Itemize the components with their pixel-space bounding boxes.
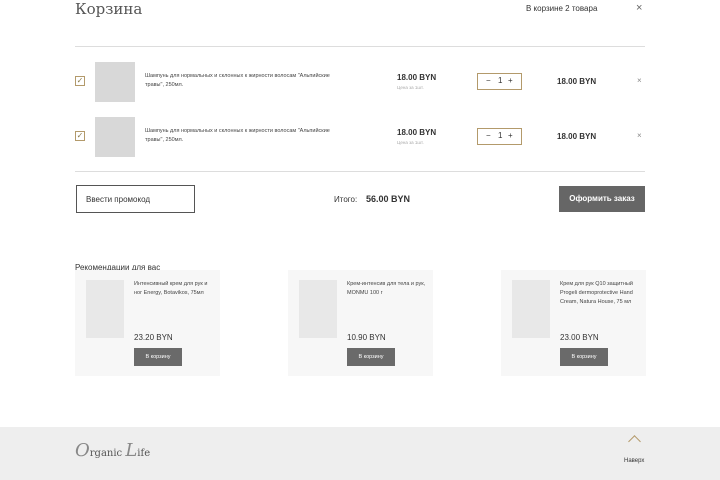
item-total: 18.00 BYN	[557, 132, 597, 141]
product-name[interactable]: Шампунь для нормальных и склонных к жирн…	[145, 72, 330, 90]
product-name[interactable]: Крем-интенсив для тела и рук, MONMU 100 …	[347, 280, 427, 298]
add-to-cart-button[interactable]: В корзину	[560, 348, 608, 366]
item-total: 18.00 BYN	[557, 77, 597, 86]
logo[interactable]: Organic Life	[75, 440, 150, 461]
promo-code-input[interactable]: Ввести промокод	[76, 185, 195, 213]
plus-icon[interactable]: +	[508, 76, 513, 85]
item-checkbox[interactable]: ✓	[75, 131, 85, 141]
minus-icon[interactable]: −	[486, 76, 491, 85]
product-name[interactable]: Крем для рук Q10 защитный Progeli dermop…	[560, 280, 640, 307]
checkout-button[interactable]: Оформить заказ	[559, 186, 645, 212]
add-to-cart-button[interactable]: В корзину	[347, 348, 395, 366]
unit-price-note: Цена за 1шт.	[397, 140, 424, 145]
divider	[75, 46, 645, 47]
product-image	[95, 62, 135, 102]
chevron-up-icon[interactable]	[628, 435, 641, 448]
cart-item: ✓ Шампунь для нормальных и склонных к жи…	[75, 117, 650, 157]
cart-item: ✓ Шампунь для нормальных и склонных к жи…	[75, 62, 650, 102]
product-price: 23.00 BYN	[560, 333, 599, 342]
unit-price-note: Цена за 1шт.	[397, 85, 424, 90]
total-value: 56.00 BYN	[366, 194, 411, 204]
total-label: Итого:	[334, 195, 358, 204]
product-price: 23.20 BYN	[134, 333, 173, 342]
cart-count: В корзине 2 товара	[526, 4, 598, 13]
recommendation-card: Интенсивный крем для рук и ног Energy, B…	[75, 270, 220, 376]
quantity-stepper: − 1 +	[477, 128, 522, 145]
product-image	[299, 280, 337, 338]
close-icon[interactable]: ×	[636, 2, 642, 14]
quantity-value: 1	[498, 131, 503, 140]
quantity-value: 1	[498, 76, 503, 85]
item-checkbox[interactable]: ✓	[75, 76, 85, 86]
plus-icon[interactable]: +	[508, 131, 513, 140]
product-image	[95, 117, 135, 157]
back-to-top-link[interactable]: Наверх	[624, 458, 644, 464]
recommendation-card: Крем для рук Q10 защитный Progeli dermop…	[501, 270, 646, 376]
product-name[interactable]: Шампунь для нормальных и склонных к жирн…	[145, 127, 330, 145]
remove-icon[interactable]: ×	[637, 76, 642, 85]
minus-icon[interactable]: −	[486, 131, 491, 140]
product-image	[512, 280, 550, 338]
product-name[interactable]: Интенсивный крем для рук и ног Energy, B…	[134, 280, 214, 298]
recommendation-card: Крем-интенсив для тела и рук, MONMU 100 …	[288, 270, 433, 376]
remove-icon[interactable]: ×	[637, 131, 642, 140]
quantity-stepper: − 1 +	[477, 73, 522, 90]
unit-price: 18.00 BYN	[397, 73, 437, 82]
footer: Organic Life Наверх	[0, 427, 720, 480]
product-price: 10.90 BYN	[347, 333, 386, 342]
unit-price: 18.00 BYN	[397, 128, 437, 137]
divider	[75, 171, 645, 172]
add-to-cart-button[interactable]: В корзину	[134, 348, 182, 366]
page-title: Корзина	[75, 0, 143, 18]
product-image	[86, 280, 124, 338]
